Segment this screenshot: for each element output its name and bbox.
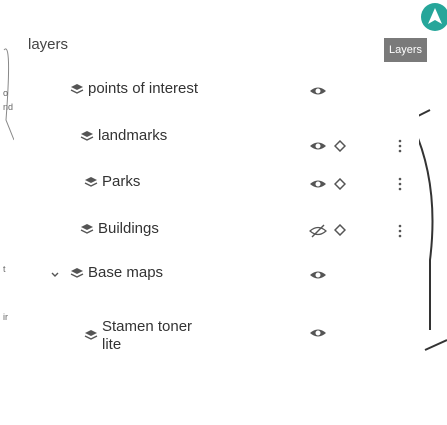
layers-icon bbox=[70, 82, 84, 96]
svg-text:ir: ir bbox=[3, 312, 8, 322]
eye-icon[interactable] bbox=[309, 268, 327, 282]
svg-text:o: o bbox=[3, 88, 8, 98]
layer-label-poi: points of interest bbox=[88, 80, 199, 97]
more-options-icon[interactable] bbox=[398, 224, 402, 238]
eye-icon[interactable] bbox=[309, 177, 327, 191]
layers-icon bbox=[70, 266, 84, 280]
layer-row-parks[interactable]: Parks bbox=[14, 171, 419, 195]
layer-row-buildings[interactable]: Buildings bbox=[14, 218, 419, 242]
more-options-icon[interactable] bbox=[398, 177, 402, 191]
layer-label-stamen-line2: lite bbox=[102, 336, 122, 353]
layer-label-parks: Parks bbox=[102, 173, 141, 190]
layer-label-buildings: Buildings bbox=[98, 220, 159, 237]
layer-row-basemaps[interactable]: Base maps bbox=[14, 262, 419, 286]
eye-icon[interactable] bbox=[309, 326, 327, 340]
svg-text:nd: nd bbox=[3, 102, 13, 112]
chevron-down-icon[interactable] bbox=[50, 270, 60, 280]
eye-icon[interactable] bbox=[309, 84, 327, 98]
layers-icon bbox=[80, 129, 94, 143]
layer-row-poi[interactable]: points of interest bbox=[14, 78, 419, 102]
layer-row-stamen[interactable]: Stamen toner lite bbox=[14, 318, 419, 358]
layer-label-basemaps: Base maps bbox=[88, 264, 164, 281]
layer-row-landmarks[interactable]: landmarks bbox=[14, 125, 419, 153]
layers-icon bbox=[84, 328, 98, 342]
more-options-icon[interactable] bbox=[398, 139, 402, 153]
locate-icon[interactable] bbox=[418, 0, 447, 34]
eye-slash-icon[interactable] bbox=[309, 224, 327, 238]
layer-label-landmarks: landmarks bbox=[98, 127, 168, 144]
layers-button[interactable]: Layers bbox=[384, 38, 427, 62]
reorder-handle-icon[interactable] bbox=[334, 224, 346, 236]
eye-icon[interactable] bbox=[309, 139, 327, 153]
layers-icon bbox=[80, 222, 94, 236]
reorder-handle-icon[interactable] bbox=[334, 140, 346, 152]
layers-icon bbox=[84, 175, 98, 189]
reorder-handle-icon[interactable] bbox=[334, 178, 346, 190]
panel-title: layers bbox=[28, 36, 69, 53]
layer-panel: layers points of interest landmarks Park… bbox=[14, 0, 419, 425]
layer-label-stamen-line1: Stamen toner bbox=[102, 318, 193, 335]
